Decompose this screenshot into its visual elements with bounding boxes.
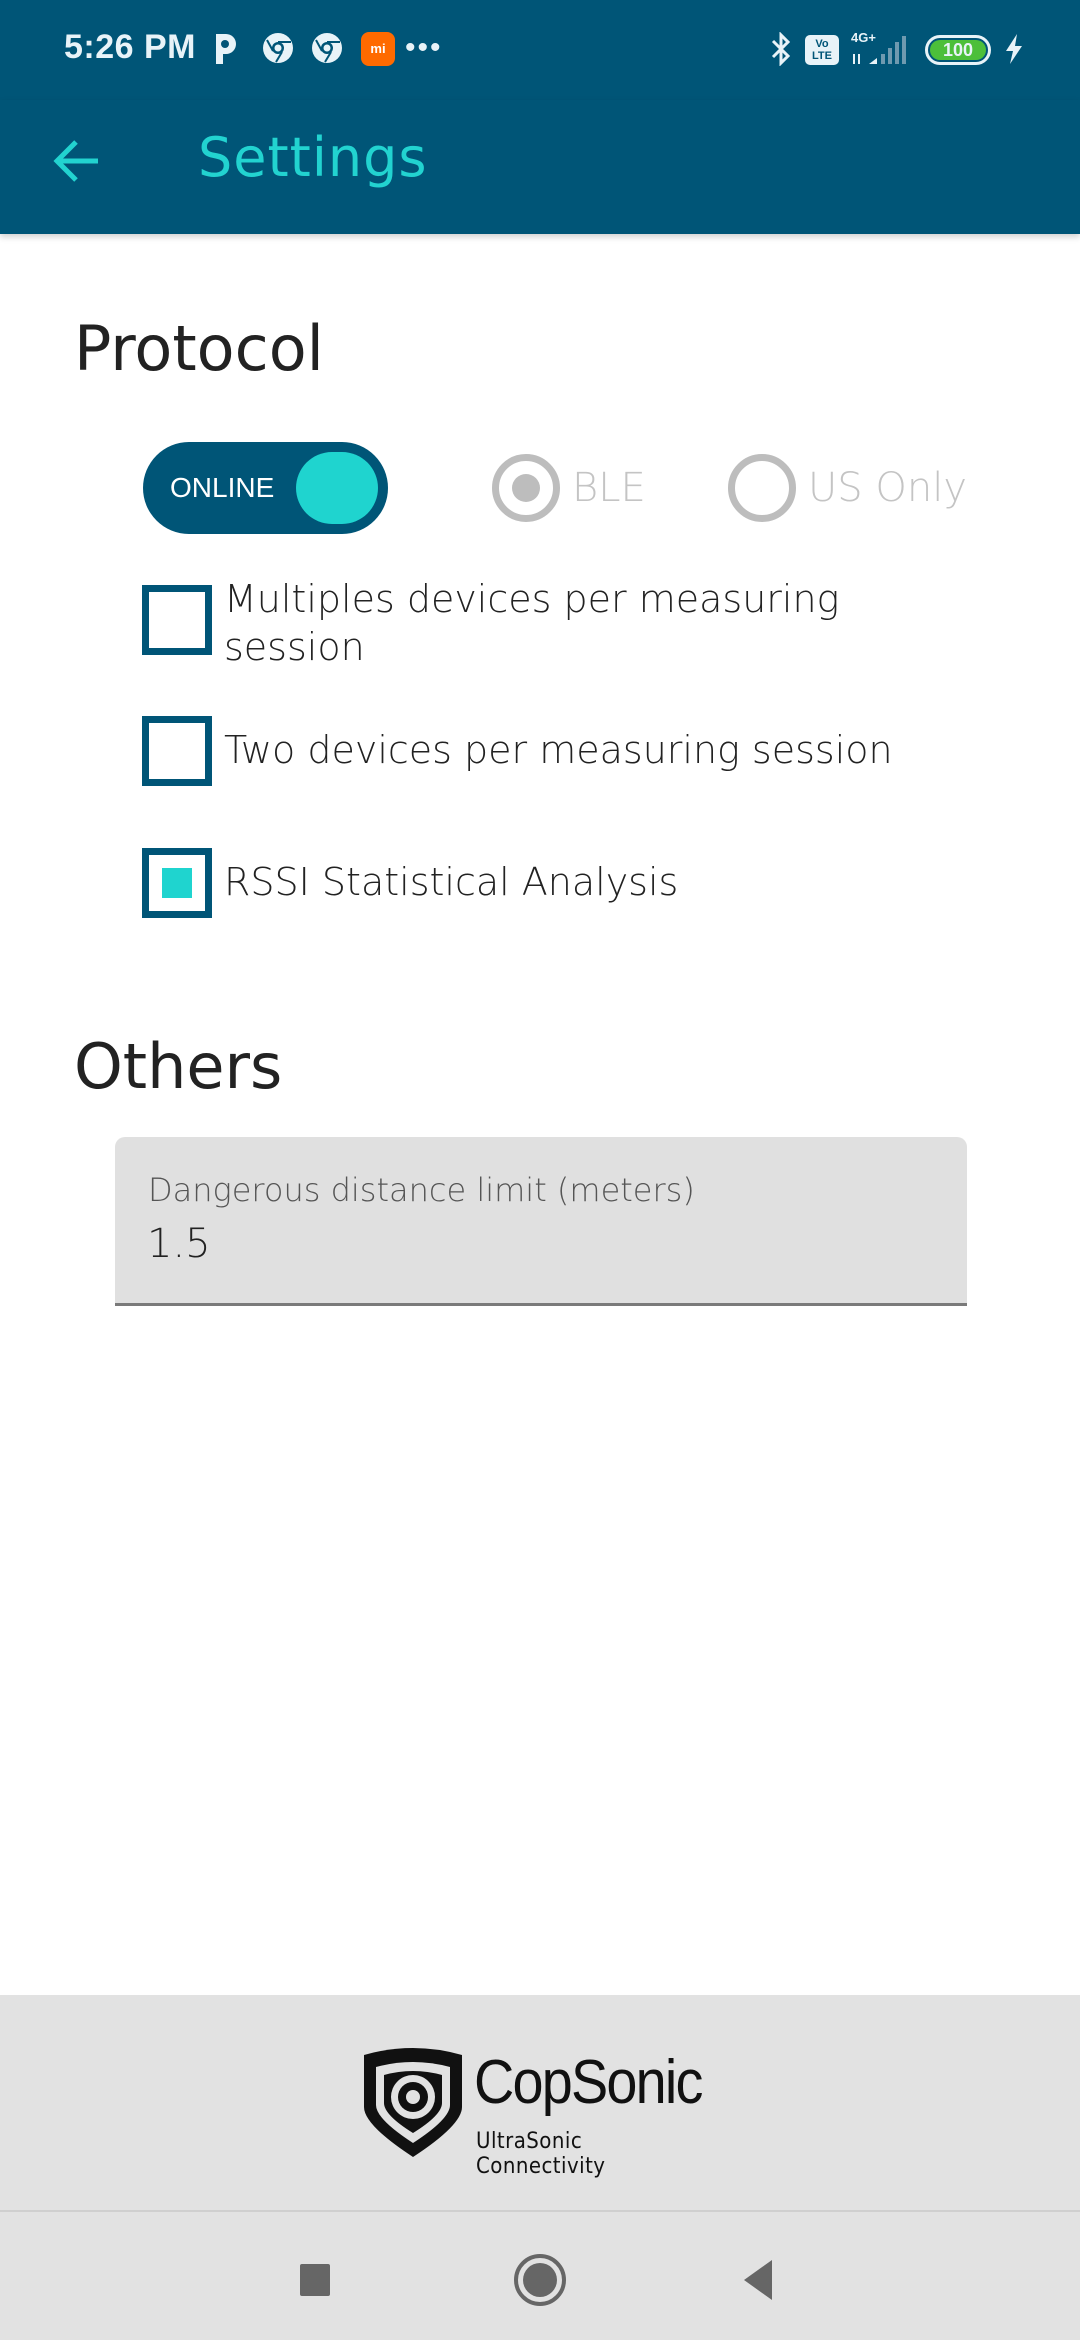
page-title: Settings: [198, 126, 428, 189]
radio-us-only[interactable]: US Only: [728, 452, 967, 524]
section-title-protocol: Protocol: [74, 312, 324, 385]
parking-app-icon: [212, 32, 240, 66]
brand-tagline: UltraSonic Connectivity: [476, 2129, 606, 2179]
checkbox-label: Two devices per measuring session: [224, 728, 893, 772]
bluetooth-icon: [768, 31, 794, 67]
checkbox-label: Multiples devices per measuring session: [224, 577, 840, 669]
shield-icon: [364, 2048, 462, 2157]
system-nav-bar: [0, 2210, 1080, 2340]
checkbox-label: RSSI Statistical Analysis: [224, 860, 679, 904]
chrome-icon: [311, 32, 343, 66]
charging-icon: [1004, 32, 1024, 66]
radio-label: BLE: [572, 465, 646, 511]
radio-unselected-icon: [728, 454, 796, 522]
checkbox-unchecked-icon: [142, 716, 212, 786]
more-notifications-icon: •••: [405, 31, 443, 64]
dangerous-distance-field[interactable]: Dangerous distance limit (meters) 1.5: [115, 1137, 967, 1306]
recent-apps-button[interactable]: [286, 2252, 346, 2308]
radio-ble[interactable]: BLE: [492, 452, 646, 524]
checkbox-multiple-devices[interactable]: Multiples devices per measuring session: [142, 575, 944, 671]
back-nav-button[interactable]: [730, 2252, 790, 2308]
field-label: Dangerous distance limit (meters): [148, 1171, 695, 1209]
brand-name: CopSonic: [474, 2048, 703, 2117]
home-button[interactable]: [510, 2252, 570, 2308]
status-time: 5:26 PM: [64, 28, 196, 66]
section-title-others: Others: [74, 1030, 283, 1103]
square-icon: [300, 2264, 330, 2296]
battery-level: 100: [930, 40, 986, 60]
online-toggle[interactable]: ONLINE: [143, 442, 388, 534]
footer: CopSonic UltraSonic Connectivity: [0, 1995, 1080, 2210]
radio-label: US Only: [808, 465, 968, 511]
checkbox-two-devices[interactable]: Two devices per measuring session: [142, 716, 944, 786]
checkbox-unchecked-icon: [142, 585, 212, 655]
checkbox-rssi-analysis[interactable]: RSSI Statistical Analysis: [142, 848, 944, 918]
radio-selected-icon: [492, 454, 560, 522]
app-bar: Settings: [0, 100, 1080, 234]
toggle-label: ONLINE: [170, 472, 275, 503]
volte-icon: Vo LTE: [805, 35, 839, 65]
circle-icon: [514, 2254, 566, 2306]
triangle-back-icon: [744, 2260, 772, 2300]
mi-icon: mi: [361, 32, 395, 66]
toggle-knob: [296, 452, 378, 524]
battery-icon: 100: [925, 35, 991, 65]
arrow-left-icon: [53, 140, 98, 182]
checkbox-checked-icon: [142, 848, 212, 918]
copsonic-logo: CopSonic UltraSonic Connectivity: [358, 2045, 728, 2179]
status-bar: 5:26 PM mi ••• Vo LTE 4G+ 100: [0, 0, 1080, 100]
field-value[interactable]: 1.5: [147, 1221, 211, 1267]
back-button[interactable]: [44, 126, 114, 196]
chrome-icon: [262, 32, 294, 66]
signal-icon: 4G+: [851, 30, 911, 66]
